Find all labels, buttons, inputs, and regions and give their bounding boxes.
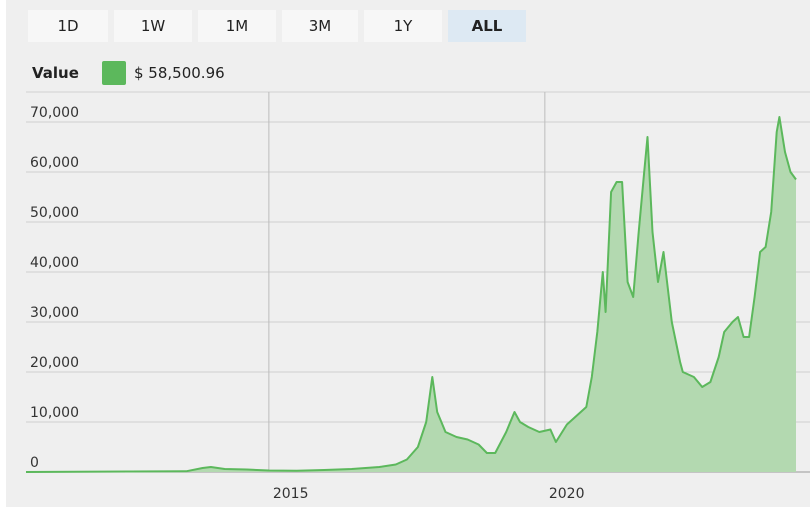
y-tick-label: 40,000 — [30, 255, 79, 271]
y-tick-label: 30,000 — [30, 305, 79, 321]
series-area — [26, 117, 796, 472]
y-tick-label: 20,000 — [30, 355, 79, 371]
x-tick-label: 2020 — [549, 486, 585, 502]
y-tick-label: 10,000 — [30, 405, 79, 421]
y-tick-label: 50,000 — [30, 205, 79, 221]
y-tick-label: 60,000 — [30, 155, 79, 171]
price-chart: 0 10,000 20,000 30,000 40,000 50,000 60,000 70,… — [25, 91, 810, 502]
y-tick-label: 70,000 — [30, 105, 79, 121]
y-tick-label: 0 — [30, 455, 39, 471]
x-tick-label: 2015 — [273, 486, 309, 502]
